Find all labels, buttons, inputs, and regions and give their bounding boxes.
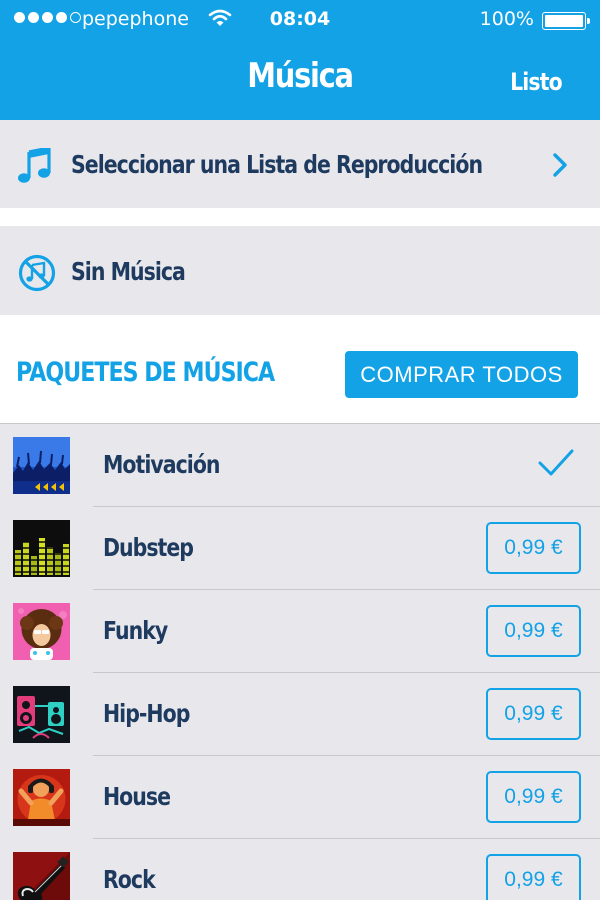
list-item[interactable]: Motivación bbox=[0, 424, 600, 507]
pack-thumbnail-dubstep bbox=[13, 520, 70, 577]
price-button[interactable]: 0,99 € bbox=[486, 854, 581, 900]
pack-thumbnail-rock bbox=[13, 852, 70, 900]
no-music-row[interactable]: Sin Música bbox=[0, 226, 600, 315]
pack-thumbnail-hip-hop bbox=[13, 686, 70, 743]
price-button[interactable]: 0,99 € bbox=[486, 688, 581, 740]
page-title: Música bbox=[247, 56, 354, 96]
list-item[interactable]: Funky 0,99 € bbox=[0, 590, 600, 673]
no-music-icon bbox=[18, 254, 56, 297]
pack-name: Motivación bbox=[103, 450, 221, 479]
select-playlist-label: Seleccionar una Lista de Reproducción bbox=[71, 150, 483, 179]
navigation-bar: pepephone 08:04 100% Música Listo bbox=[0, 0, 600, 120]
select-playlist-row[interactable]: Seleccionar una Lista de Reproducción bbox=[0, 120, 600, 208]
list-item[interactable]: Hip-Hop 0,99 € bbox=[0, 673, 600, 756]
pack-name: Funky bbox=[103, 616, 168, 645]
price-button[interactable]: 0,99 € bbox=[486, 605, 581, 657]
pack-name: Rock bbox=[103, 865, 156, 894]
buy-all-button[interactable]: COMPRAR TODOS bbox=[345, 351, 578, 398]
list-item[interactable]: Rock 0,99 € bbox=[0, 839, 600, 900]
pack-thumbnail-motivacion bbox=[13, 437, 70, 494]
pack-thumbnail-house bbox=[13, 769, 70, 826]
status-bar: pepephone 08:04 100% bbox=[0, 0, 600, 40]
done-button[interactable]: Listo bbox=[510, 68, 562, 96]
pack-name: House bbox=[103, 782, 171, 811]
music-packs-title: PAQUETES DE MÚSICA bbox=[16, 357, 275, 388]
music-note-icon bbox=[18, 146, 52, 189]
pack-thumbnail-funky bbox=[13, 603, 70, 660]
price-button[interactable]: 0,99 € bbox=[486, 771, 581, 823]
chevron-right-icon bbox=[552, 153, 568, 182]
battery-icon bbox=[542, 12, 590, 30]
music-packs-list: Motivación Dubstep 0,99 € Funky 0,99 € H… bbox=[0, 424, 600, 900]
section-divider bbox=[0, 208, 600, 226]
list-item[interactable]: Dubstep 0,99 € bbox=[0, 507, 600, 590]
battery-percentage: 100% bbox=[479, 8, 534, 30]
pack-name: Dubstep bbox=[103, 533, 194, 562]
checkmark-icon bbox=[538, 448, 574, 483]
no-music-label: Sin Música bbox=[71, 257, 186, 286]
pack-name: Hip-Hop bbox=[103, 699, 190, 728]
music-packs-header: PAQUETES DE MÚSICA COMPRAR TODOS bbox=[0, 315, 600, 424]
list-item[interactable]: House 0,99 € bbox=[0, 756, 600, 839]
price-button[interactable]: 0,99 € bbox=[486, 522, 581, 574]
